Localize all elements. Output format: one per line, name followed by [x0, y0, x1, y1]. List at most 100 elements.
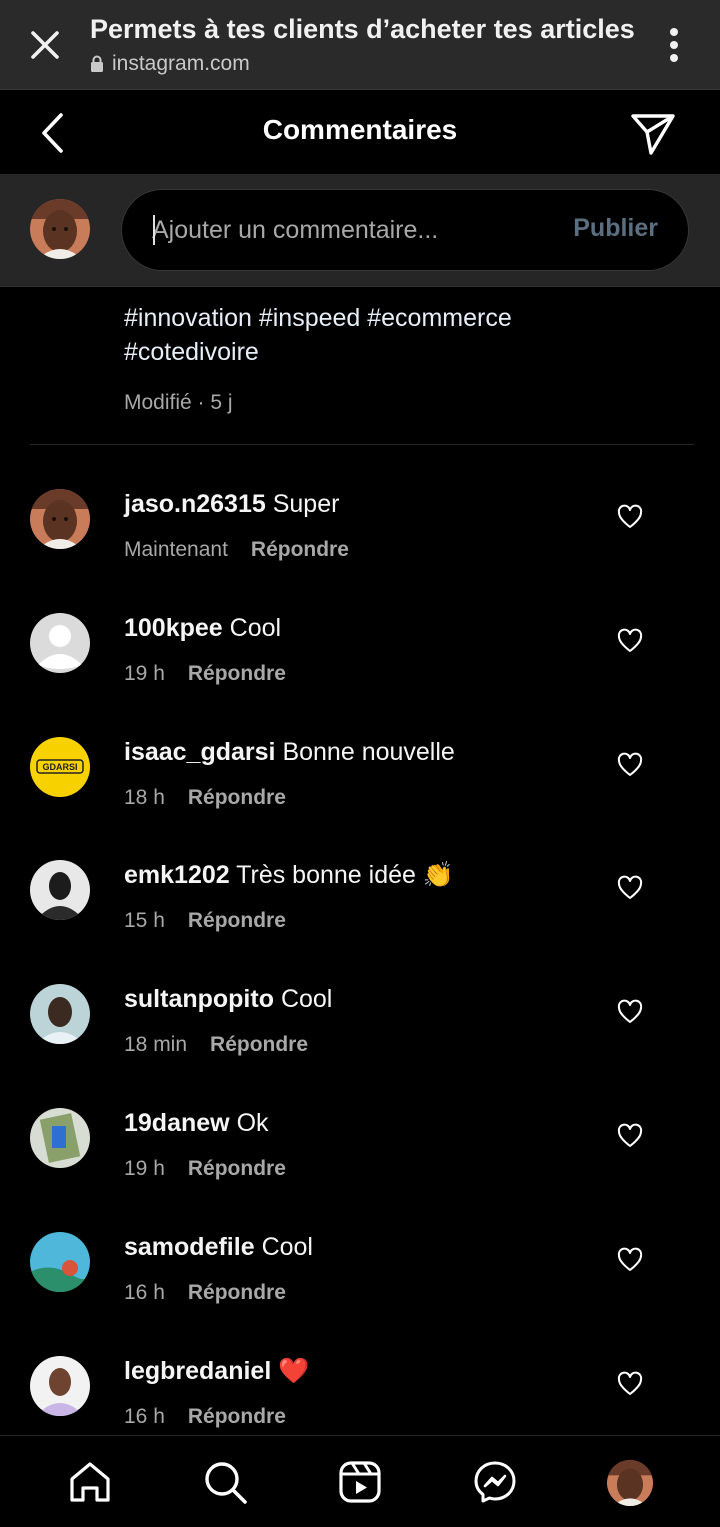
messenger-icon[interactable]: [471, 1458, 519, 1506]
heart-icon[interactable]: [616, 751, 644, 779]
avatar[interactable]: [30, 612, 90, 673]
comment-meta: 18 min Répondre: [124, 1033, 308, 1057]
comment-item: GDARSI isaac_gdarsi Bonne nouvelle 18 h R…: [0, 736, 720, 860]
reply-button[interactable]: Répondre: [251, 538, 349, 562]
reply-button[interactable]: Répondre: [188, 909, 286, 933]
reply-button[interactable]: Répondre: [188, 662, 286, 686]
comment-time: 16 h: [124, 1280, 165, 1304]
comment-username[interactable]: 100kpee: [124, 614, 223, 642]
comment-username[interactable]: legbredaniel: [124, 1357, 271, 1385]
comment-meta: 16 h Répondre: [124, 1405, 286, 1429]
comment-meta: 19 h Répondre: [124, 662, 286, 686]
search-icon[interactable]: [201, 1458, 249, 1506]
comment-item: 100kpee Cool 19 h Répondre: [0, 612, 720, 736]
comment-username[interactable]: samodefile: [124, 1233, 255, 1261]
caption-line[interactable]: #cotedivoire: [124, 335, 684, 369]
avatar[interactable]: [30, 860, 90, 921]
caption-line[interactable]: #innovation #inspeed #ecommerce: [124, 301, 684, 335]
comment-meta: 18 h Répondre: [124, 786, 286, 810]
more-vert-icon[interactable]: [656, 24, 692, 66]
comment-text: ❤️: [278, 1356, 310, 1385]
comment-item: samodefile Cool 16 h Répondre: [0, 1231, 720, 1355]
reply-button[interactable]: Répondre: [210, 1033, 308, 1057]
heart-icon[interactable]: [616, 1370, 644, 1398]
heart-icon[interactable]: [616, 998, 644, 1026]
comment-time: 18 min: [124, 1033, 188, 1057]
comment-time: 19 h: [124, 1156, 165, 1180]
comment-item: 19danew Ok 19 h Répondre: [0, 1107, 720, 1231]
reels-icon[interactable]: [336, 1458, 384, 1506]
comment-meta: 15 h Répondre: [124, 909, 286, 933]
comment-meta: Maintenant Répondre: [124, 538, 349, 562]
comment-line: emk1202 Très bonne idée 👏: [124, 859, 454, 891]
gdarsi-logo-text: GDARSI: [42, 762, 77, 772]
bottom-nav: [0, 1435, 720, 1527]
avatar[interactable]: [30, 984, 90, 1045]
comments-list: jaso.n26315 Super Maintenant Répondre 100…: [0, 488, 720, 1478]
reply-button[interactable]: Répondre: [188, 786, 286, 810]
avatar[interactable]: [30, 1107, 90, 1168]
comments-header: Commentaires: [0, 90, 720, 174]
heart-icon[interactable]: [616, 874, 644, 902]
page-title: Commentaires: [262, 114, 458, 145]
comment-input[interactable]: [152, 190, 552, 270]
lock-icon: [91, 55, 103, 72]
comment-input-box[interactable]: Publier: [121, 189, 689, 271]
comment-username[interactable]: emk1202: [124, 861, 230, 889]
comment-text: Très bonne idée 👏: [236, 861, 454, 890]
caption-meta: Modifié · 5 j: [124, 391, 233, 414]
comment-item: emk1202 Très bonne idée 👏 15 h Répondre: [0, 859, 720, 983]
heart-icon[interactable]: [616, 627, 644, 655]
avatar[interactable]: [30, 1231, 90, 1292]
reply-button[interactable]: Répondre: [188, 1281, 286, 1305]
comment-composer: Publier: [0, 174, 720, 287]
comment-line: 100kpee Cool: [124, 612, 281, 644]
profile-avatar[interactable]: [607, 1460, 653, 1506]
comment-line: isaac_gdarsi Bonne nouvelle: [124, 736, 455, 768]
comment-time: 19 h: [124, 661, 165, 685]
comment-line: legbredaniel ❤️: [124, 1355, 309, 1387]
post-caption: #innovation #inspeed #ecommerce #cotediv…: [124, 301, 684, 415]
comment-username[interactable]: jaso.n26315: [124, 490, 266, 518]
heart-icon[interactable]: [616, 503, 644, 531]
my-avatar: [30, 199, 90, 259]
comment-line: sultanpopito Cool: [124, 983, 332, 1015]
comment-meta: 19 h Répondre: [124, 1157, 286, 1181]
comment-text: Ok: [236, 1108, 269, 1137]
reply-button[interactable]: Répondre: [188, 1405, 286, 1429]
comment-item: jaso.n26315 Super Maintenant Répondre: [0, 488, 720, 612]
comment-meta: 16 h Répondre: [124, 1281, 286, 1305]
comment-username[interactable]: 19danew: [124, 1109, 230, 1137]
comment-text: Super: [272, 490, 340, 518]
publish-button[interactable]: Publier: [573, 214, 658, 243]
avatar[interactable]: GDARSI: [30, 736, 90, 797]
comment-text: Cool: [280, 985, 333, 1014]
url-text: instagram.com: [112, 52, 250, 75]
custom-tab-title: Permets à tes clients d’acheter tes arti…: [90, 14, 635, 44]
comment-line: samodefile Cool: [124, 1231, 313, 1263]
avatar[interactable]: [30, 489, 90, 549]
comment-username[interactable]: isaac_gdarsi: [124, 738, 276, 766]
caption-hashtags[interactable]: #innovation #inspeed #ecommerce #cotediv…: [124, 301, 684, 369]
custom-tab-url: instagram.com: [90, 52, 250, 76]
custom-tab-bar: Permets à tes clients d’acheter tes arti…: [0, 0, 720, 90]
reply-button[interactable]: Répondre: [188, 1157, 286, 1181]
comment-item: sultanpopito Cool 18 min Répondre: [0, 983, 720, 1107]
comment-time: 16 h: [124, 1404, 165, 1428]
comment-username[interactable]: sultanpopito: [124, 985, 274, 1013]
comment-text: Cool: [261, 1232, 313, 1261]
comment-line: jaso.n26315 Super: [124, 488, 339, 520]
comment-time: 15 h: [124, 909, 165, 933]
heart-icon[interactable]: [616, 1122, 644, 1150]
avatar[interactable]: [30, 1355, 90, 1416]
comment-time: Maintenant: [124, 538, 228, 561]
close-icon[interactable]: [22, 22, 68, 68]
comment-text: Cool: [229, 613, 282, 642]
comment-text: Bonne nouvelle: [282, 737, 455, 766]
home-icon[interactable]: [66, 1458, 114, 1506]
text-caret: [153, 215, 155, 245]
heart-icon[interactable]: [616, 1246, 644, 1274]
comment-line: 19danew Ok: [124, 1107, 269, 1139]
comment-time: 18 h: [124, 785, 165, 809]
share-send-icon[interactable]: [626, 108, 680, 158]
